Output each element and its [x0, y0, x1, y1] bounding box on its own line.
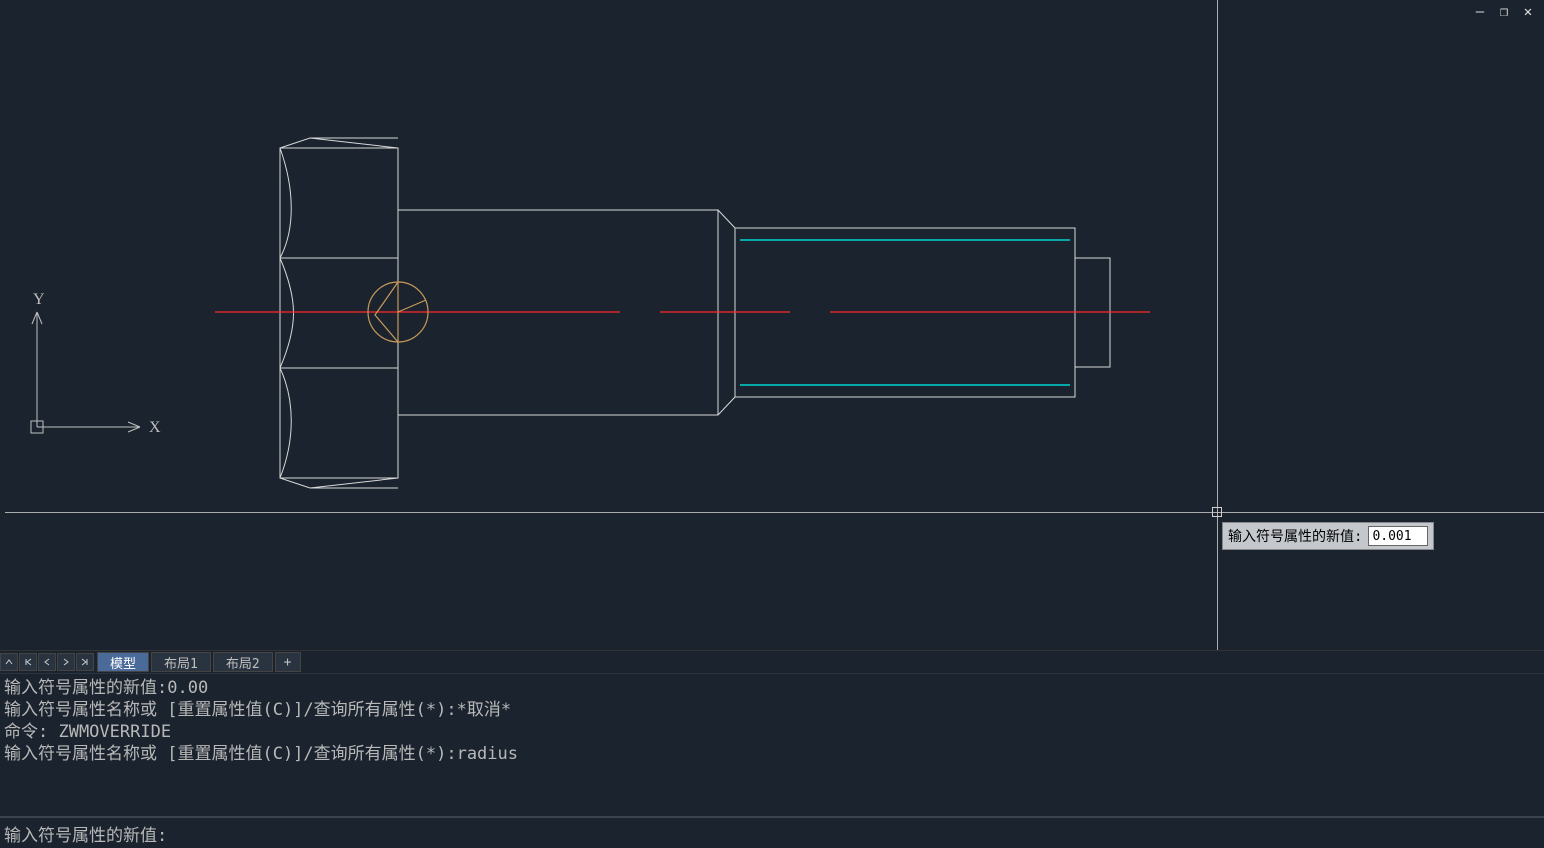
close-button[interactable]: ✕	[1520, 4, 1536, 20]
maximize-button[interactable]: ❐	[1496, 4, 1512, 20]
ucs-icon: Y X	[25, 292, 165, 442]
layout-tabbar: 模型 布局1 布局2 +	[0, 650, 1544, 673]
tab-nav-prev[interactable]	[38, 653, 56, 671]
tab-layout2[interactable]: 布局2	[213, 652, 273, 672]
command-prompt: 输入符号属性的新值:	[4, 821, 167, 846]
minimize-button[interactable]: —	[1472, 4, 1488, 20]
tab-layout1[interactable]: 布局1	[151, 652, 211, 672]
tab-nav-last[interactable]	[76, 653, 94, 671]
command-line[interactable]: 输入符号属性的新值:	[0, 816, 1544, 848]
window-controls: — ❐ ✕	[1472, 4, 1536, 20]
ucs-x-label: X	[149, 419, 161, 436]
cad-drawing	[0, 0, 1544, 650]
dynamic-input-tooltip: 输入符号属性的新值:	[1222, 522, 1434, 550]
tab-model[interactable]: 模型	[97, 652, 149, 672]
command-history[interactable]: 输入符号属性的新值:0.00 输入符号属性名称或 [重置属性值(C)]/查询所有…	[0, 673, 1544, 816]
drawing-canvas[interactable]: Y X 输入符号属性的新值:	[0, 0, 1544, 650]
tab-nav-first[interactable]	[19, 653, 37, 671]
tab-nav-next[interactable]	[57, 653, 75, 671]
left-gutter	[0, 0, 5, 650]
tooltip-label: 输入符号属性的新值:	[1228, 526, 1362, 546]
ucs-y-label: Y	[33, 292, 45, 308]
tab-nav-up[interactable]	[0, 653, 18, 671]
tooltip-input[interactable]	[1368, 526, 1428, 546]
tab-add[interactable]: +	[275, 652, 301, 672]
